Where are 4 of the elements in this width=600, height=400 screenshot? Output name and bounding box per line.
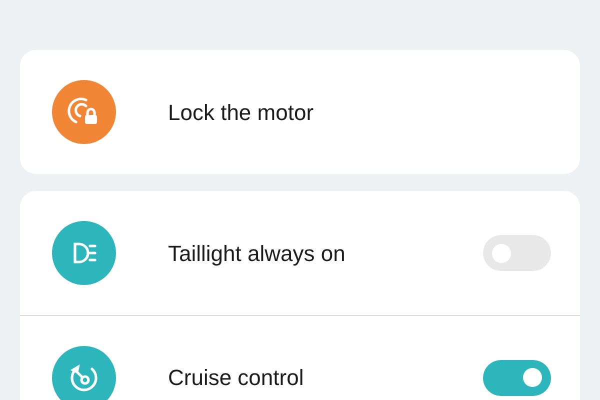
setting-label: Taillight always on: [168, 240, 346, 268]
setting-label: Cruise control: [168, 364, 305, 392]
toggle-switch[interactable]: [483, 360, 551, 396]
setting-label[interactable]: Lock the motor: [168, 96, 548, 128]
